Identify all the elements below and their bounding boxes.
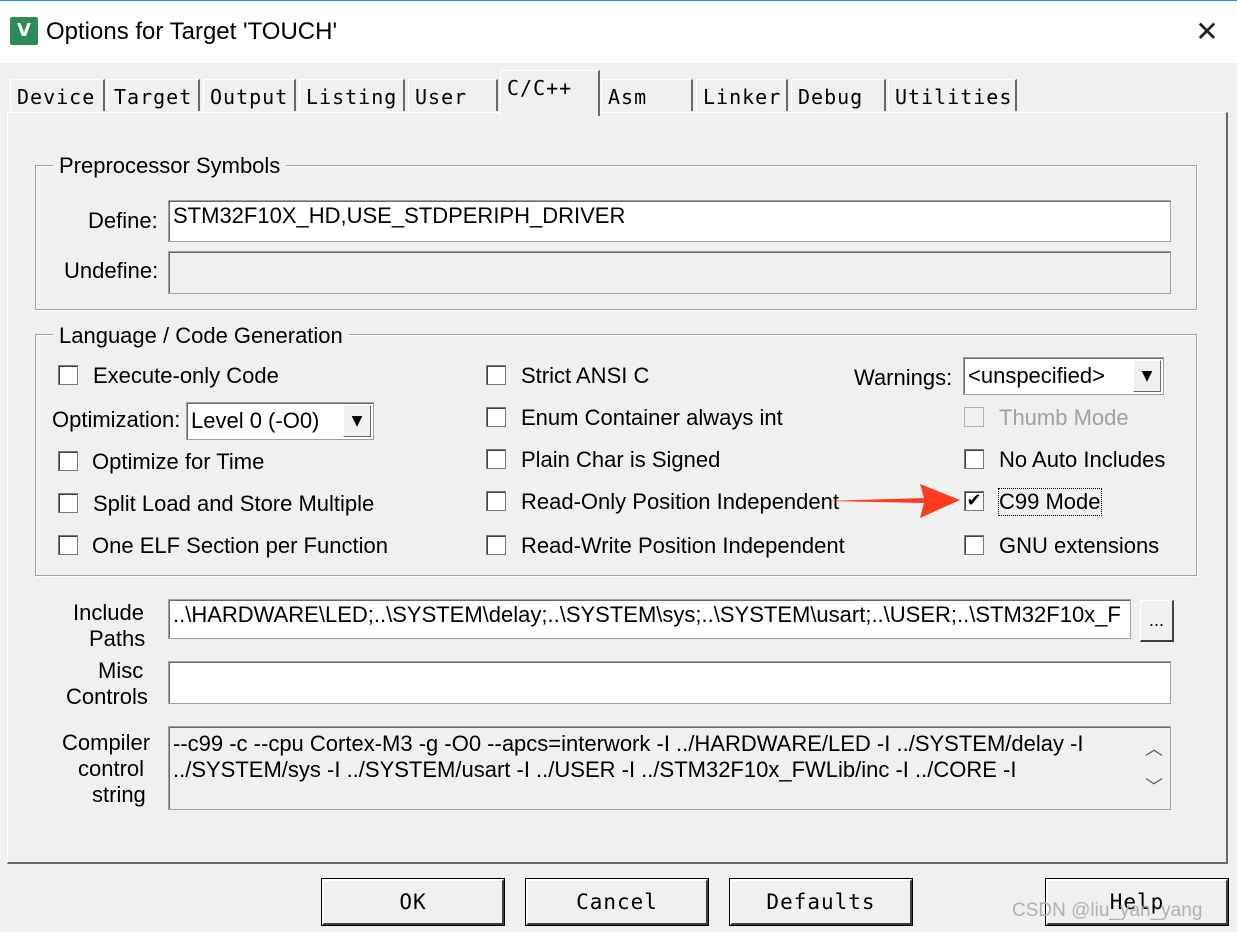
undefine-label: Undefine:	[64, 258, 159, 283]
c99-mode-checkbox[interactable]: ✔	[964, 491, 984, 511]
rwpi-checkbox[interactable]	[486, 535, 506, 555]
compiler-control-scrollbar[interactable]: ︿ ﹀	[1140, 729, 1168, 807]
ropi-label: Read-Only Position Independent	[521, 489, 839, 514]
split-load-checkbox[interactable]	[58, 493, 78, 513]
close-icon[interactable]: ✕	[1190, 15, 1224, 49]
tab-asm[interactable]: Asm	[601, 79, 693, 111]
split-load-label: Split Load and Store Multiple	[93, 491, 375, 516]
tab-user[interactable]: User	[408, 79, 498, 111]
ropi-checkbox[interactable]	[486, 491, 506, 511]
undefine-input[interactable]	[168, 251, 1171, 294]
optimize-time-label: Optimize for Time	[92, 449, 265, 474]
tab-listing[interactable]: Listing	[299, 79, 405, 111]
misc-controls-input[interactable]	[168, 661, 1171, 704]
c99-mode-label: C99 Mode	[998, 488, 1102, 516]
tab-debug[interactable]: Debug	[791, 79, 886, 111]
optimize-time-checkbox[interactable]	[58, 451, 78, 471]
scroll-up-icon[interactable]: ︿	[1140, 735, 1168, 761]
preprocessor-group-title: Preprocessor Symbols	[53, 153, 287, 179]
tab-output[interactable]: Output	[203, 79, 296, 111]
include-paths-label-2: Paths	[89, 626, 146, 651]
annotation-arrow	[826, 484, 960, 518]
strict-ansi-checkbox[interactable]	[486, 365, 506, 385]
compiler-control-string[interactable]: --c99 -c --cpu Cortex-M3 -g -O0 --apcs=i…	[168, 726, 1171, 810]
compiler-control-label-3: string	[92, 782, 146, 807]
define-label: Define:	[88, 208, 158, 233]
misc-controls-label-2: Controls	[66, 684, 148, 709]
thumb-mode-label: Thumb Mode	[999, 405, 1129, 430]
strict-ansi-label: Strict ANSI C	[521, 363, 650, 388]
warnings-value: <unspecified>	[968, 363, 1105, 388]
gnu-extensions-checkbox[interactable]	[964, 535, 984, 555]
compiler-control-label-1: Compiler	[62, 730, 151, 755]
include-paths-input[interactable]: ..\HARDWARE\LED;..\SYSTEM\delay;..\SYSTE…	[168, 599, 1131, 639]
rwpi-label: Read-Write Position Independent	[521, 533, 845, 558]
execute-only-label: Execute-only Code	[93, 363, 279, 388]
watermark-text: CSDN @liu_yan_yang	[1012, 900, 1203, 921]
thumb-mode-checkbox	[964, 407, 984, 427]
misc-controls-label-1: Misc	[98, 658, 144, 683]
tab-c-cpp[interactable]: C/C++	[500, 70, 600, 116]
plain-char-label: Plain Char is Signed	[521, 447, 721, 472]
compiler-control-label-2: control	[78, 756, 145, 781]
include-paths-label-1: Include	[73, 600, 144, 625]
no-auto-includes-checkbox[interactable]	[964, 449, 984, 469]
execute-only-checkbox[interactable]	[58, 365, 78, 385]
optimization-label: Optimization:	[52, 407, 181, 432]
scroll-down-icon[interactable]: ﹀	[1140, 773, 1168, 799]
optimization-select[interactable]: Level 0 (-O0) ▼	[186, 402, 374, 440]
defaults-button[interactable]: Defaults	[729, 878, 913, 926]
ok-button[interactable]: OK	[321, 878, 505, 926]
chevron-down-icon[interactable]: ▼	[1133, 360, 1161, 392]
optimization-value: Level 0 (-O0)	[191, 408, 320, 433]
enum-container-checkbox[interactable]	[486, 407, 506, 427]
define-input[interactable]: STM32F10X_HD,USE_STDPERIPH_DRIVER	[168, 200, 1171, 242]
title-bar: V Options for Target 'TOUCH' ✕	[0, 0, 1237, 63]
enum-container-label: Enum Container always int	[521, 405, 783, 430]
chevron-down-icon[interactable]: ▼	[343, 405, 371, 437]
tab-utilities[interactable]: Utilities	[888, 79, 1017, 111]
include-paths-browse-button[interactable]: ...	[1140, 600, 1174, 642]
no-auto-includes-label: No Auto Includes	[999, 447, 1166, 472]
plain-char-checkbox[interactable]	[486, 449, 506, 469]
warnings-label: Warnings:	[854, 365, 953, 390]
cancel-button[interactable]: Cancel	[525, 878, 709, 926]
one-elf-label: One ELF Section per Function	[92, 533, 388, 558]
gnu-extensions-label: GNU extensions	[999, 533, 1160, 558]
compiler-control-line-1: --c99 -c --cpu Cortex-M3 -g -O0 --apcs=i…	[173, 731, 1084, 756]
warnings-select[interactable]: <unspecified> ▼	[963, 357, 1164, 395]
one-elf-checkbox[interactable]	[58, 535, 78, 555]
compiler-control-line-2: ../SYSTEM/sys -I ../SYSTEM/usart -I ../U…	[173, 757, 1017, 782]
language-group-title: Language / Code Generation	[53, 323, 349, 349]
keil-app-icon: V	[10, 17, 38, 45]
tab-target[interactable]: Target	[107, 79, 200, 111]
tab-device[interactable]: Device	[10, 79, 105, 111]
tab-bar: Device Target Output Listing User C/C++ …	[0, 62, 1237, 116]
annotation-arrow-shape	[826, 484, 960, 518]
window-title: Options for Target 'TOUCH'	[46, 18, 338, 45]
tab-linker[interactable]: Linker	[696, 79, 788, 111]
